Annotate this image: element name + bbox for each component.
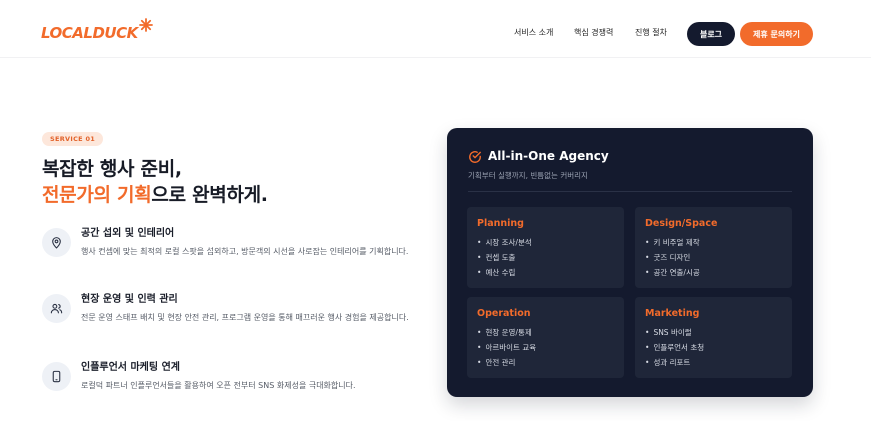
feature-description: 행사 컨셉에 맞는 최적의 로컬 스팟을 섭외하고, 방문객의 시선을 사로잡는… (81, 247, 409, 256)
title-rest: 으로 완벽하게. (151, 184, 268, 206)
list-item: 컨셉 도출 (477, 250, 532, 265)
smartphone-icon (42, 362, 71, 391)
title-highlight: 전문가의 기획 (42, 184, 152, 206)
capability-cell-marketing: Marketing SNS 바이럴 인플루언서 초청 성과 리포트 (635, 297, 792, 378)
contact-button[interactable]: 제휴 문의하기 (740, 22, 813, 46)
list-item: 인플루언서 초청 (645, 340, 704, 355)
capability-cell-operation: Operation 현장 운영/통제 아르바이트 교육 안전 관리 (467, 297, 624, 378)
title-line-1: 복잡한 행사 준비, (42, 158, 182, 180)
divider (468, 191, 792, 192)
list-item: 키 비주얼 제작 (645, 235, 700, 250)
list-item: 예산 수립 (477, 265, 532, 280)
card-subtitle: 기획부터 실행까지, 빈틈없는 커버리지 (468, 171, 588, 180)
feature-title: 인플루언서 마케팅 연계 (81, 362, 180, 373)
nav-service-intro[interactable]: 서비스 소개 (514, 27, 553, 38)
list-item: 성과 리포트 (645, 355, 704, 370)
list-item: 굿즈 디자인 (645, 250, 700, 265)
location-pin-icon (42, 228, 71, 257)
blog-button[interactable]: 블로그 (687, 22, 735, 46)
cell-title: Design/Space (645, 218, 718, 229)
list-item: 시장 조사/분석 (477, 235, 531, 250)
cell-title: Operation (477, 308, 531, 319)
list-item: 현장 운영/통제 (477, 325, 536, 340)
list-item: 공간 연출/시공 (645, 265, 699, 280)
feature-description: 로컬덕 파트너 인플루언서들을 활용하여 오픈 전부터 SNS 화제성을 극대화… (81, 381, 356, 390)
list-item: 안전 관리 (477, 355, 536, 370)
site-header: LOCALDUCK 서비스 소개 핵심 경쟁력 진행 절차 블로그 제휴 문의하… (0, 0, 871, 58)
feature-title: 공간 섭외 및 인테리어 (81, 228, 175, 239)
cell-list: 현장 운영/통제 아르바이트 교육 안전 관리 (477, 325, 536, 370)
card-title: All-in-One Agency (488, 149, 609, 163)
capability-cell-planning: Planning 시장 조사/분석 컨셉 도출 예산 수립 (467, 207, 624, 288)
section-title: 복잡한 행사 준비, 전문가의 기획으로 완벽하게. (42, 156, 268, 208)
feature-description: 전문 운영 스태프 배치 및 현장 안전 관리, 프로그램 운영을 통해 매끄러… (81, 313, 409, 322)
capability-cell-design-space: Design/Space 키 비주얼 제작 굿즈 디자인 공간 연출/시공 (635, 207, 792, 288)
agency-card: All-in-One Agency 기획부터 실행까지, 빈틈없는 커버리지 P… (447, 128, 813, 397)
check-circle-icon (469, 151, 481, 163)
cell-list: 시장 조사/분석 컨셉 도출 예산 수립 (477, 235, 532, 280)
service-badge: SERVICE 01 (42, 132, 104, 146)
list-item: 아르바이트 교육 (477, 340, 536, 355)
cell-list: SNS 바이럴 인플루언서 초청 성과 리포트 (645, 325, 704, 370)
cell-title: Marketing (645, 308, 700, 319)
list-item: SNS 바이럴 (645, 325, 704, 340)
nav-core-competence[interactable]: 핵심 경쟁력 (574, 27, 613, 38)
feature-title: 현장 운영 및 인력 관리 (81, 294, 178, 305)
nav-process[interactable]: 진행 절차 (635, 27, 667, 38)
cell-list: 키 비주얼 제작 굿즈 디자인 공간 연출/시공 (645, 235, 700, 280)
cell-title: Planning (477, 218, 524, 229)
users-icon (42, 294, 71, 323)
title-line-2: 전문가의 기획으로 완벽하게. (42, 182, 268, 208)
